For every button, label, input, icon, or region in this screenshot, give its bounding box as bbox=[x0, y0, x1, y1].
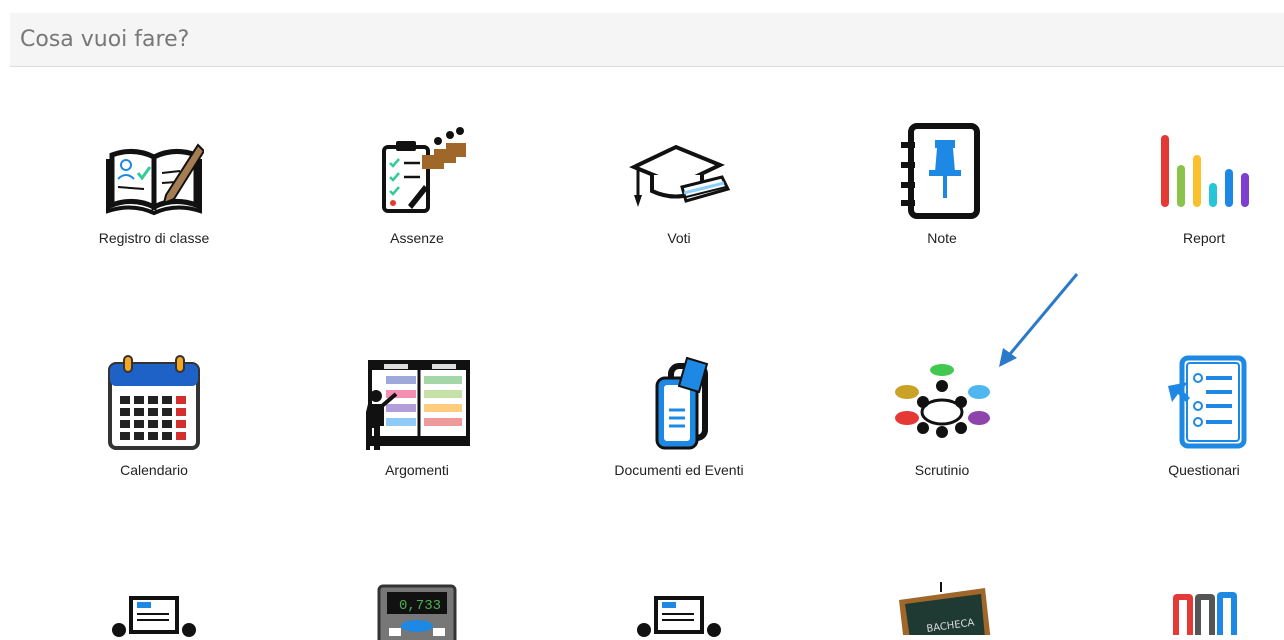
scoreboard-meeting-icon bbox=[637, 596, 721, 637]
tile-label: Voti bbox=[667, 230, 691, 246]
tile-report[interactable]: Report bbox=[1094, 125, 1284, 246]
dashboard-panel: Cosa vuoi fare? bbox=[10, 13, 1284, 635]
document-event-icon bbox=[655, 356, 709, 450]
page-title: Cosa vuoi fare? bbox=[10, 13, 1284, 67]
open-register-book-icon bbox=[106, 143, 204, 216]
tile-row3-4[interactable]: BACHECA bbox=[832, 582, 1052, 635]
tile-registro-di-classe[interactable]: Registro di classe bbox=[44, 125, 264, 246]
chalkboard-icon: BACHECA bbox=[899, 582, 991, 635]
graduation-cap-grades-icon bbox=[629, 144, 731, 207]
tile-label: Questionari bbox=[1168, 462, 1240, 478]
tile-label: Calendario bbox=[120, 462, 188, 478]
calendar-icon bbox=[108, 355, 200, 450]
tile-row3-1[interactable] bbox=[44, 590, 264, 640]
tile-label: Scrutinio bbox=[914, 462, 970, 478]
meeting-table-icon bbox=[895, 364, 990, 438]
tile-argomenti[interactable]: Argomenti bbox=[307, 352, 527, 478]
teacher-board-icon bbox=[366, 360, 470, 450]
tile-label: Argomenti bbox=[385, 462, 449, 478]
tile-label: Registro di classe bbox=[98, 230, 210, 246]
tile-voti[interactable]: Voti bbox=[569, 125, 789, 246]
tile-row3-5[interactable] bbox=[1094, 586, 1284, 635]
tile-documenti-ed-eventi[interactable]: Documenti ed Eventi bbox=[569, 352, 789, 478]
attendance-checklist-icon bbox=[382, 127, 466, 213]
tile-calendario[interactable]: Calendario bbox=[44, 352, 264, 478]
tile-row3-2[interactable]: 0,733 bbox=[307, 584, 527, 640]
scoreboard-meeting-icon bbox=[112, 596, 196, 637]
calculator-display: 0,733 bbox=[399, 598, 441, 614]
tile-assenze[interactable]: Assenze bbox=[307, 125, 527, 246]
colored-bars-report-icon bbox=[1161, 135, 1249, 207]
notebook-pin-icon bbox=[901, 123, 980, 219]
binders-icon bbox=[1173, 592, 1237, 635]
tile-label: Note bbox=[927, 230, 957, 246]
tile-label: Report bbox=[1182, 230, 1226, 246]
tile-label: Assenze bbox=[390, 230, 444, 246]
tile-row3-3[interactable] bbox=[569, 590, 789, 640]
tile-note[interactable]: Note bbox=[832, 122, 1052, 246]
tile-scrutinio[interactable]: Scrutinio bbox=[832, 352, 1052, 478]
calculator-icon: 0,733 bbox=[377, 584, 457, 640]
questionnaire-icon bbox=[1168, 355, 1247, 449]
tile-questionari[interactable]: Questionari bbox=[1094, 352, 1284, 478]
tile-label: Documenti ed Eventi bbox=[614, 462, 744, 478]
